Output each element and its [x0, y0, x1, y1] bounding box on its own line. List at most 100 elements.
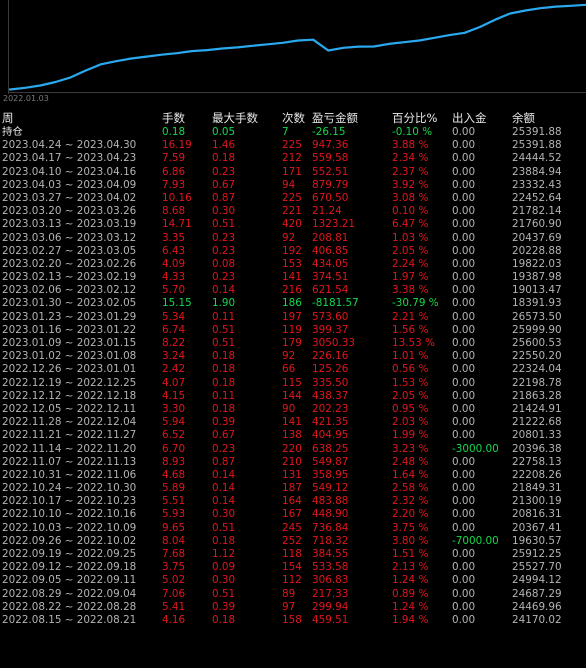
table-row: 2023.02.27 ~ 2023.03.05 6.43 0.23 192 406.85…	[0, 245, 586, 258]
row-week: 2022.10.17 ~ 2022.10.23	[2, 495, 137, 508]
row-max-lots: 0.51	[212, 521, 236, 534]
row-percent: 1.99 %	[392, 429, 429, 442]
row-count: 210	[282, 455, 302, 468]
row-max-lots: 0.14	[212, 468, 236, 481]
row-percent: 2.58 %	[392, 482, 429, 495]
row-week: 2023.04.24 ~ 2023.04.30	[2, 139, 137, 152]
row-lots: 6.74	[162, 323, 186, 336]
row-week: 2023.02.06 ~ 2023.02.12	[2, 284, 137, 297]
table-row: 2022.08.22 ~ 2022.08.28 5.41 0.39 97 299.94 1…	[0, 601, 586, 614]
row-deposit-withdrawal: 0.00	[452, 363, 476, 376]
row-max-lots: 0.39	[212, 600, 236, 613]
row-deposit-withdrawal: 0.00	[452, 178, 476, 191]
table-header-row: 周 手数 最大手数 次数 盈亏金额 百分比% 出入金 余额	[0, 110, 586, 126]
row-pnl: 459.51	[312, 613, 349, 626]
row-max-lots: 1.46	[212, 139, 236, 152]
row-deposit-withdrawal: 0.00	[452, 508, 476, 521]
row-lots: 16.19	[162, 139, 192, 152]
row-max-lots: 0.39	[212, 416, 236, 429]
row-percent: 2.03 %	[392, 416, 429, 429]
chart-start-date: 2022.01.03	[3, 94, 49, 103]
row-week: 2022.12.05 ~ 2022.12.11	[2, 402, 137, 415]
row-percent: 1.51 %	[392, 548, 429, 560]
row-balance: 21863.28	[512, 389, 562, 402]
row-deposit-withdrawal: 0.00	[452, 455, 476, 468]
row-balance: 21849.31	[512, 482, 562, 495]
row-balance: 22452.64	[512, 191, 562, 204]
row-percent: 2.05 %	[392, 244, 429, 257]
row-pnl: 438.37	[312, 389, 349, 402]
row-lots: 8.68	[162, 205, 186, 218]
row-balance: 19630.57	[512, 534, 562, 547]
row-pnl: 335.50	[312, 376, 349, 389]
row-count: 225	[282, 139, 302, 152]
header-balance: 余额	[512, 111, 535, 125]
row-max-lots: 0.51	[212, 587, 236, 600]
row-deposit-withdrawal: 0.00	[452, 310, 476, 323]
row-week: 2023.03.27 ~ 2023.04.02	[2, 191, 137, 204]
header-week: 周	[2, 111, 14, 125]
row-pnl: 406.85	[312, 244, 349, 257]
row-balance: 24444.52	[512, 152, 562, 165]
row-percent: 3.38 %	[392, 284, 429, 297]
row-pnl: 299.94	[312, 600, 349, 613]
row-lots: 7.59	[162, 152, 186, 165]
row-percent: 2.13 %	[392, 561, 429, 574]
weekly-stats-table: 周 手数 最大手数 次数 盈亏金额 百分比% 出入金 余额 持仓 0.18 0.…	[0, 110, 586, 668]
row-count: 192	[282, 244, 302, 257]
row-percent: 2.05 %	[392, 389, 429, 402]
row-percent: 3.75 %	[392, 521, 429, 534]
row-percent: 1.03 %	[392, 231, 429, 244]
row-max-lots: 0.18	[212, 363, 236, 376]
row-lots: 6.52	[162, 429, 186, 442]
row-balance: 18391.93	[512, 297, 562, 310]
row-pnl: 559.58	[312, 152, 349, 165]
table-row: 2022.08.15 ~ 2022.08.21 4.16 0.18 158 459.51…	[0, 614, 586, 627]
table-row: 2022.11.28 ~ 2022.12.04 5.94 0.39 141 421.35…	[0, 416, 586, 429]
row-max-lots: 0.08	[212, 257, 236, 270]
table-row: 2023.04.17 ~ 2023.04.23 7.59 0.18 212 559.58…	[0, 152, 586, 165]
row-max-lots: 0.18	[212, 376, 236, 389]
row-pnl: 448.90	[312, 508, 349, 521]
row-lots: 3.24	[162, 350, 186, 363]
row-count: 89	[282, 587, 296, 600]
holding-label: 持仓	[2, 126, 23, 138]
row-deposit-withdrawal: 0.00	[452, 244, 476, 257]
row-percent: 2.37 %	[392, 165, 429, 178]
row-count: 115	[282, 376, 302, 389]
row-lots: 8.04	[162, 534, 186, 547]
row-deposit-withdrawal: 0.00	[452, 613, 476, 626]
row-lots: 2.42	[162, 363, 186, 376]
row-count: 197	[282, 310, 302, 323]
holding-percent: -0.10 %	[392, 126, 433, 138]
row-week: 2022.09.05 ~ 2022.09.11	[2, 574, 137, 587]
row-lots: 5.02	[162, 574, 186, 587]
row-week: 2023.01.02 ~ 2023.01.08	[2, 350, 137, 363]
row-pnl: 718.32	[312, 534, 349, 547]
row-week: 2022.08.29 ~ 2022.09.04	[2, 587, 137, 600]
table-row: 2022.12.12 ~ 2022.12.18 4.15 0.11 144 438.37…	[0, 390, 586, 403]
row-deposit-withdrawal: 0.00	[452, 574, 476, 587]
row-deposit-withdrawal: 0.00	[452, 284, 476, 297]
table-row: 2023.03.06 ~ 2023.03.12 3.35 0.23 92 208.81 1…	[0, 232, 586, 245]
row-deposit-withdrawal: 0.00	[452, 495, 476, 508]
row-pnl: 483.88	[312, 495, 349, 508]
row-lots: 5.34	[162, 310, 186, 323]
row-deposit-withdrawal: 0.00	[452, 482, 476, 495]
row-count: 420	[282, 218, 302, 231]
row-pnl: 421.35	[312, 416, 349, 429]
table-row: 2022.09.19 ~ 2022.09.25 7.68 1.12 118 384.55…	[0, 548, 586, 561]
row-deposit-withdrawal: 0.00	[452, 165, 476, 178]
row-pnl: 208.81	[312, 231, 349, 244]
table-row: 2022.11.21 ~ 2022.11.27 6.52 0.67 138 404.95…	[0, 429, 586, 442]
row-week: 2022.12.26 ~ 2023.01.01	[2, 363, 137, 376]
row-count: 212	[282, 152, 302, 165]
row-count: 252	[282, 534, 302, 547]
row-lots: 4.16	[162, 613, 186, 626]
table-row: 2022.12.05 ~ 2022.12.11 3.30 0.18 90 202.23 0…	[0, 403, 586, 416]
row-pnl: 879.79	[312, 178, 349, 191]
row-max-lots: 0.11	[212, 310, 236, 323]
row-lots: 5.51	[162, 495, 186, 508]
row-pnl: 736.84	[312, 521, 349, 534]
row-max-lots: 0.23	[212, 244, 236, 257]
